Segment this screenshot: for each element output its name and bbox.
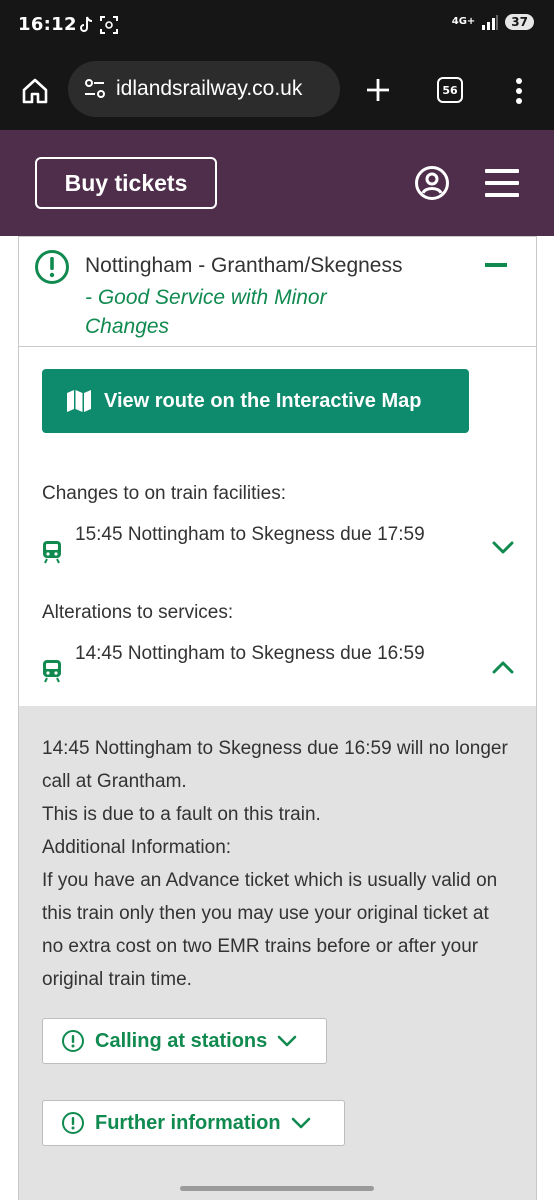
route-card-header[interactable]: Nottingham - Grantham/Skegness - Good Se… xyxy=(19,236,536,347)
map-icon xyxy=(67,390,91,412)
collapse-icon[interactable] xyxy=(485,263,507,267)
buy-tickets-button[interactable]: Buy tickets xyxy=(35,157,217,209)
home-icon[interactable] xyxy=(18,74,52,108)
signal-icon xyxy=(482,15,499,30)
battery-indicator: 37 xyxy=(505,14,534,30)
detail-line: Additional Information: xyxy=(42,837,232,858)
facilities-label: Changes to on train facilities: xyxy=(42,483,286,504)
chevron-up-icon[interactable] xyxy=(492,660,514,674)
view-route-map-button[interactable]: View route on the Interactive Map xyxy=(42,369,469,433)
alteration-detail-text: 14:45 Nottingham to Skegness due 16:59 w… xyxy=(42,732,512,996)
tab-switcher[interactable]: 56 xyxy=(437,77,463,103)
chevron-down-icon xyxy=(291,1117,310,1129)
alterations-service-text: 14:45 Nottingham to Skegness due 16:59 xyxy=(75,643,425,664)
detail-line: 14:45 Nottingham to Skegness due 16:59 w… xyxy=(42,738,508,792)
facilities-service-text: 15:45 Nottingham to Skegness due 17:59 xyxy=(75,524,425,545)
network-type: 4G+ xyxy=(451,16,476,27)
gesture-home-indicator[interactable] xyxy=(180,1186,374,1191)
overflow-menu-icon[interactable] xyxy=(510,74,528,108)
train-icon xyxy=(43,541,61,564)
site-header: Buy tickets xyxy=(0,130,554,236)
browser-toolbar: idlandsrailway.co.uk 56 xyxy=(0,52,554,130)
detail-line: If you have an Advance ticket which is u… xyxy=(42,870,498,990)
alterations-label: Alterations to services: xyxy=(42,602,234,623)
chevron-down-icon xyxy=(277,1035,297,1047)
chevron-down-icon[interactable] xyxy=(492,541,514,555)
view-route-map-label: View route on the Interactive Map xyxy=(104,389,422,412)
route-title: Nottingham - Grantham/Skegness xyxy=(85,254,403,277)
further-information-label: Further information xyxy=(95,1111,281,1134)
status-bar: 16:12 4G+ 37 xyxy=(0,0,554,52)
detail-line: This is due to a fault on this train. xyxy=(42,804,321,825)
new-tab-plus-icon[interactable] xyxy=(362,74,394,106)
hamburger-menu-icon[interactable] xyxy=(485,167,519,203)
alterations-service-row[interactable]: 14:45 Nottingham to Skegness due 16:59 xyxy=(42,640,522,700)
alert-circle-icon xyxy=(35,250,69,284)
route-status: - Good Service with Minor Changes xyxy=(85,286,327,338)
alert-circle-icon xyxy=(62,1112,84,1134)
train-icon xyxy=(43,660,61,683)
further-information-button[interactable]: Further information xyxy=(42,1100,345,1146)
url-text: idlandsrailway.co.uk xyxy=(116,77,303,100)
site-settings-icon[interactable] xyxy=(80,74,110,104)
calling-at-stations-button[interactable]: Calling at stations xyxy=(42,1018,327,1064)
account-icon[interactable] xyxy=(414,165,450,205)
status-right: 4G+ 37 xyxy=(452,14,534,30)
status-time: 16:12 xyxy=(18,14,77,35)
alert-circle-icon xyxy=(62,1030,84,1052)
route-card: Nottingham - Grantham/Skegness - Good Se… xyxy=(18,236,537,1200)
calling-at-stations-label: Calling at stations xyxy=(95,1029,268,1052)
facilities-service-row[interactable]: 15:45 Nottingham to Skegness due 17:59 xyxy=(42,521,522,581)
tiktok-icon xyxy=(80,16,93,32)
address-bar[interactable]: idlandsrailway.co.uk xyxy=(68,61,340,117)
screenshot-icon xyxy=(100,16,118,34)
alteration-detail-panel: 14:45 Nottingham to Skegness due 16:59 w… xyxy=(19,706,536,1200)
